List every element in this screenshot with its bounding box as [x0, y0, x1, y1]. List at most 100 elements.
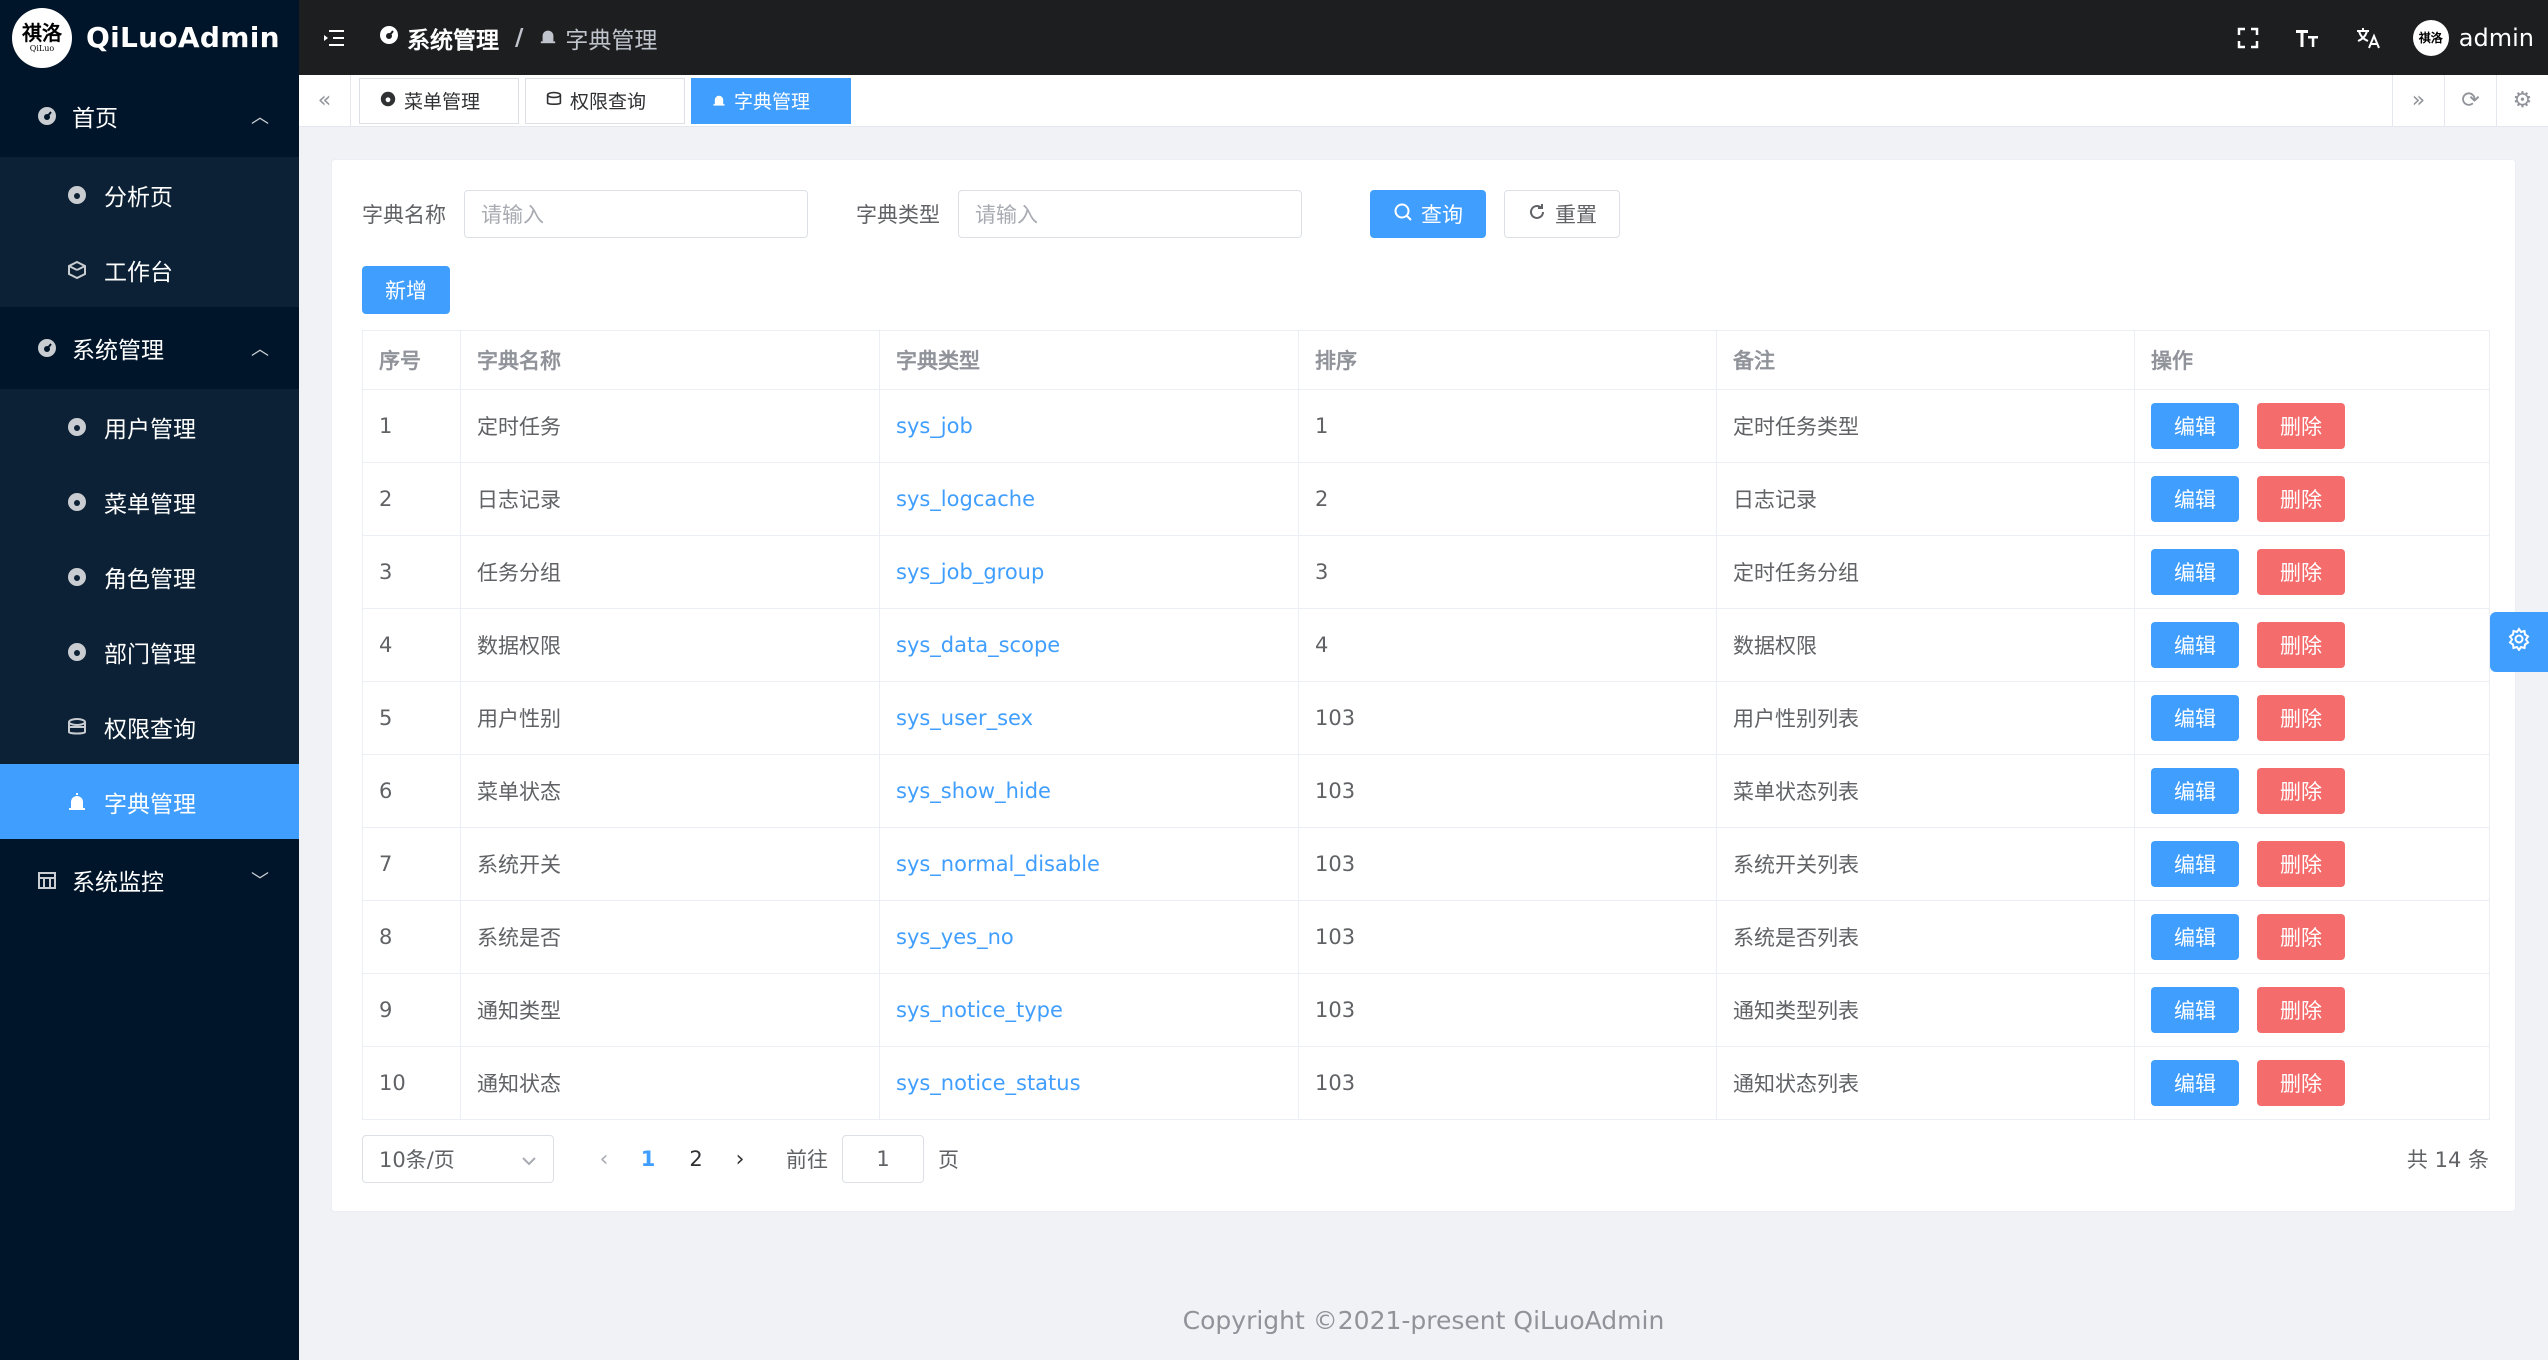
menu-item-role[interactable]: 角色管理	[0, 539, 299, 614]
font-size-icon[interactable]	[2293, 23, 2323, 53]
dict-type-input[interactable]: 请输入	[958, 190, 1302, 238]
menu-item-menu[interactable]: 菜单管理	[0, 464, 299, 539]
cell-dict-type[interactable]: sys_yes_no	[880, 901, 1299, 974]
page-size-select[interactable]: 10条/页	[362, 1135, 554, 1183]
menu-system-label: 系统管理	[72, 331, 164, 365]
menu-item-analysis[interactable]: 分析页	[0, 157, 299, 232]
dict-name-input[interactable]: 请输入	[464, 190, 808, 238]
user-menu[interactable]: 祺洛 admin	[2413, 20, 2534, 56]
edit-button[interactable]: 编辑	[2151, 549, 2239, 595]
menu-item-workbench[interactable]: 工作台	[0, 232, 299, 307]
menu-system-sub: 用户管理 菜单管理 角色管理 部门管理 权限查询 字典管理	[0, 389, 299, 839]
logo[interactable]: 祺洛 QiLuo QiLuoAdmin	[0, 0, 299, 75]
cell-dict-type[interactable]: sys_user_sex	[880, 682, 1299, 755]
tab-label: 权限查询	[570, 87, 646, 114]
next-page-icon[interactable]: ›	[720, 1147, 760, 1172]
delete-button[interactable]: 删除	[2257, 549, 2345, 595]
breadcrumb-item-dict: 字典管理	[539, 21, 657, 55]
delete-button[interactable]: 删除	[2257, 622, 2345, 668]
cell-index: 5	[363, 682, 461, 755]
cell-index: 1	[363, 390, 461, 463]
menu-fold-icon[interactable]	[319, 23, 349, 53]
cell-remark: 定时任务分组	[1717, 536, 2135, 609]
search-icon	[1393, 202, 1413, 227]
delete-button[interactable]: 删除	[2257, 476, 2345, 522]
cell-dict-name: 数据权限	[461, 609, 880, 682]
chevron-down-icon	[521, 1147, 537, 1171]
reset-button[interactable]: 重置	[1504, 190, 1620, 238]
cell-index: 9	[363, 974, 461, 1047]
cell-remark: 通知类型列表	[1717, 974, 2135, 1047]
double-chevron-right-icon[interactable]: »	[2392, 75, 2444, 127]
goto-page-input[interactable]: 1	[842, 1135, 924, 1183]
cell-actions: 编辑删除	[2135, 536, 2490, 609]
delete-button[interactable]: 删除	[2257, 987, 2345, 1033]
translate-icon[interactable]	[2353, 23, 2383, 53]
cell-dict-type[interactable]: sys_logcache	[880, 463, 1299, 536]
breadcrumb-label: 系统管理	[407, 21, 499, 55]
cell-dict-type[interactable]: sys_notice_status	[880, 1047, 1299, 1120]
query-button[interactable]: 查询	[1370, 190, 1486, 238]
dashboard-icon	[379, 25, 399, 51]
tab-dict[interactable]: 字典管理	[691, 78, 851, 124]
cell-dict-type[interactable]: sys_data_scope	[880, 609, 1299, 682]
delete-button[interactable]: 删除	[2257, 403, 2345, 449]
cell-index: 2	[363, 463, 461, 536]
cell-dict-name: 日志记录	[461, 463, 880, 536]
sidebar: 祺洛 QiLuo QiLuoAdmin 首页 ︿ 分析页 工作台 系统管理 ︿	[0, 0, 299, 1360]
menu-item-user[interactable]: 用户管理	[0, 389, 299, 464]
reset-button-label: 重置	[1555, 199, 1597, 229]
menu-item-label: 权限查询	[104, 710, 196, 744]
edit-button[interactable]: 编辑	[2151, 987, 2239, 1033]
menu-home[interactable]: 首页 ︿	[0, 75, 299, 157]
edit-button[interactable]: 编辑	[2151, 476, 2239, 522]
table-row: 1定时任务sys_job1定时任务类型编辑删除	[363, 390, 2490, 463]
cell-sort: 103	[1299, 901, 1717, 974]
menu-monitor[interactable]: 系统监控 ﹀	[0, 839, 299, 921]
cell-sort: 2	[1299, 463, 1717, 536]
breadcrumb-item-system[interactable]: 系统管理	[379, 21, 499, 55]
cell-dict-type[interactable]: sys_job_group	[880, 536, 1299, 609]
cell-sort: 103	[1299, 1047, 1717, 1120]
cell-remark: 用户性别列表	[1717, 682, 2135, 755]
gear-icon[interactable]: ⚙	[2496, 75, 2548, 127]
menu-item-dict[interactable]: 字典管理	[0, 764, 299, 839]
cell-dict-type[interactable]: sys_notice_type	[880, 974, 1299, 1047]
dashboard-icon	[66, 566, 88, 588]
app-title: QiLuoAdmin	[86, 21, 280, 54]
edit-button[interactable]: 编辑	[2151, 841, 2239, 887]
page-number-1[interactable]: 1	[624, 1147, 672, 1171]
menu-item-dept[interactable]: 部门管理	[0, 614, 299, 689]
cube-icon	[66, 259, 88, 281]
menu-system[interactable]: 系统管理 ︿	[0, 307, 299, 389]
edit-button[interactable]: 编辑	[2151, 622, 2239, 668]
cell-sort: 103	[1299, 755, 1717, 828]
edit-button[interactable]: 编辑	[2151, 768, 2239, 814]
page-number-2[interactable]: 2	[672, 1147, 720, 1171]
database-icon	[66, 716, 88, 738]
double-chevron-left-icon[interactable]: «	[299, 75, 351, 127]
delete-button[interactable]: 删除	[2257, 768, 2345, 814]
delete-button[interactable]: 删除	[2257, 914, 2345, 960]
delete-button[interactable]: 删除	[2257, 841, 2345, 887]
cell-index: 3	[363, 536, 461, 609]
edit-button[interactable]: 编辑	[2151, 914, 2239, 960]
cell-dict-type[interactable]: sys_job	[880, 390, 1299, 463]
add-button[interactable]: 新增	[362, 266, 450, 314]
settings-float-button[interactable]	[2490, 612, 2548, 672]
cell-remark: 菜单状态列表	[1717, 755, 2135, 828]
refresh-icon[interactable]: ⟳	[2444, 75, 2496, 127]
delete-button[interactable]: 删除	[2257, 1060, 2345, 1106]
cell-dict-type[interactable]: sys_normal_disable	[880, 828, 1299, 901]
prev-page-icon[interactable]: ‹	[584, 1147, 624, 1172]
cell-dict-type[interactable]: sys_show_hide	[880, 755, 1299, 828]
edit-button[interactable]: 编辑	[2151, 403, 2239, 449]
delete-button[interactable]: 删除	[2257, 695, 2345, 741]
edit-button[interactable]: 编辑	[2151, 695, 2239, 741]
tab-permission[interactable]: 权限查询	[525, 78, 685, 124]
tab-menu-manage[interactable]: 菜单管理	[359, 78, 519, 124]
fullscreen-icon[interactable]	[2233, 23, 2263, 53]
edit-button[interactable]: 编辑	[2151, 1060, 2239, 1106]
gear-icon	[2507, 627, 2531, 657]
menu-item-permission[interactable]: 权限查询	[0, 689, 299, 764]
